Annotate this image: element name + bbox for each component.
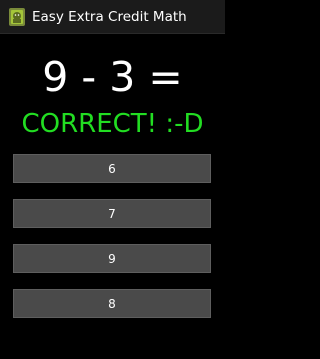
answer-button-1[interactable]: 6 <box>13 154 211 183</box>
app-title: Easy Extra Credit Math <box>32 9 187 25</box>
title-bar: Easy Extra Credit Math <box>0 0 225 34</box>
result-message: CORRECT! :-D <box>21 109 204 139</box>
android-icon <box>8 7 26 27</box>
answer-button-3[interactable]: 9 <box>13 244 211 273</box>
math-problem: 9 - 3 = <box>42 53 183 101</box>
answer-button-2[interactable]: 7 <box>13 199 211 228</box>
answer-button-4[interactable]: 8 <box>13 289 211 318</box>
